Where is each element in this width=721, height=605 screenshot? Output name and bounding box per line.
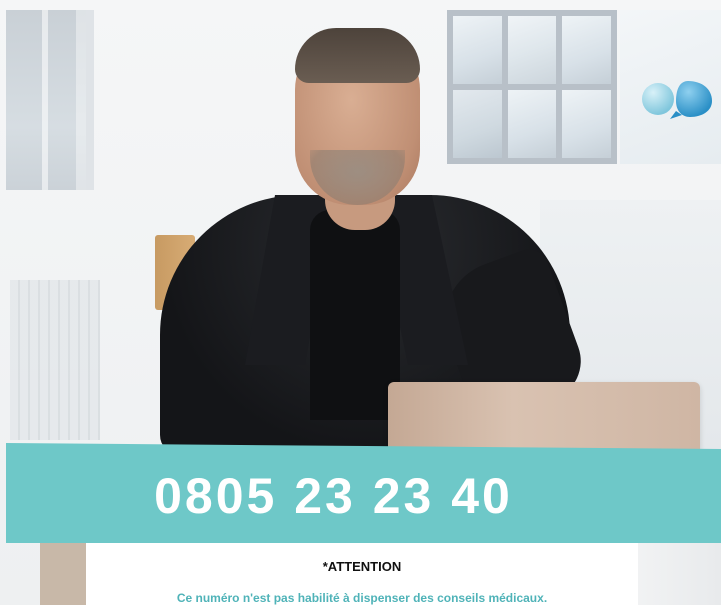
attention-text: Ce numéro n'est pas habilité à dispenser…: [176, 591, 548, 605]
advertisement-screen: 0805 23 23 40 *ATTENTION Ce numéro n'est…: [0, 0, 721, 605]
man-shirt: [310, 210, 400, 420]
background-radiator: [10, 280, 100, 440]
bubbles-logo-icon: [642, 81, 712, 119]
phone-number[interactable]: 0805 23 23 40: [154, 467, 513, 525]
phone-banner: 0805 23 23 40: [6, 443, 721, 543]
window-mullion: [42, 10, 48, 190]
man-hair: [295, 28, 420, 83]
attention-title: *ATTENTION: [322, 559, 402, 574]
laptop: [388, 382, 700, 457]
attention-notice: *ATTENTION Ce numéro n'est pas habilité …: [86, 543, 638, 605]
background-window-left: [6, 10, 94, 190]
